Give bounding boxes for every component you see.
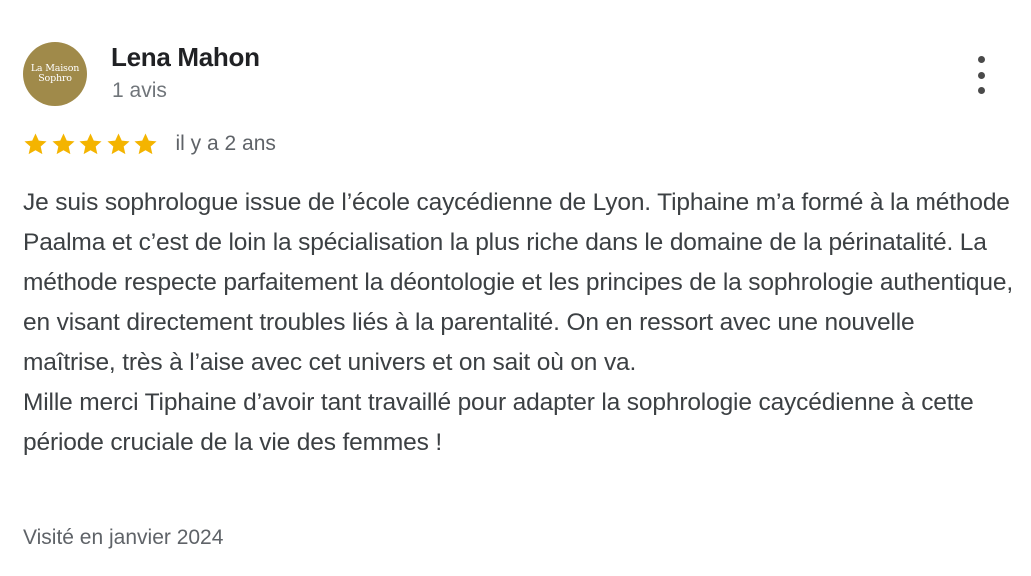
avatar-text-line2: Sophro: [38, 73, 72, 84]
avatar[interactable]: La Maison Sophro: [23, 42, 87, 106]
star-icon: [132, 131, 159, 158]
review-text: Je suis sophrologue issue de l’école cay…: [23, 183, 1013, 463]
rating-row: il y a 2 ans: [22, 128, 276, 160]
review-paragraph: Mille merci Tiphaine d’avoir tant travai…: [23, 389, 974, 456]
visit-date: Visité en janvier 2024: [23, 526, 224, 549]
star-rating: [22, 131, 160, 158]
more-options-button[interactable]: [966, 56, 996, 94]
review-card: La Maison Sophro Lena Mahon 1 avis il y …: [0, 0, 1031, 576]
more-vert-icon-dot: [977, 87, 985, 94]
review-count[interactable]: 1 avis: [112, 79, 167, 103]
star-icon: [77, 131, 104, 158]
review-date: il y a 2 ans: [175, 132, 276, 155]
more-vert-icon: [977, 56, 985, 63]
more-vert-icon-dot: [977, 71, 985, 79]
review-paragraph: Je suis sophrologue issue de l’école cay…: [23, 189, 1014, 376]
star-icon: [105, 131, 132, 158]
author-name[interactable]: Lena Mahon: [111, 42, 260, 73]
star-icon: [22, 131, 49, 158]
star-icon: [50, 131, 77, 158]
